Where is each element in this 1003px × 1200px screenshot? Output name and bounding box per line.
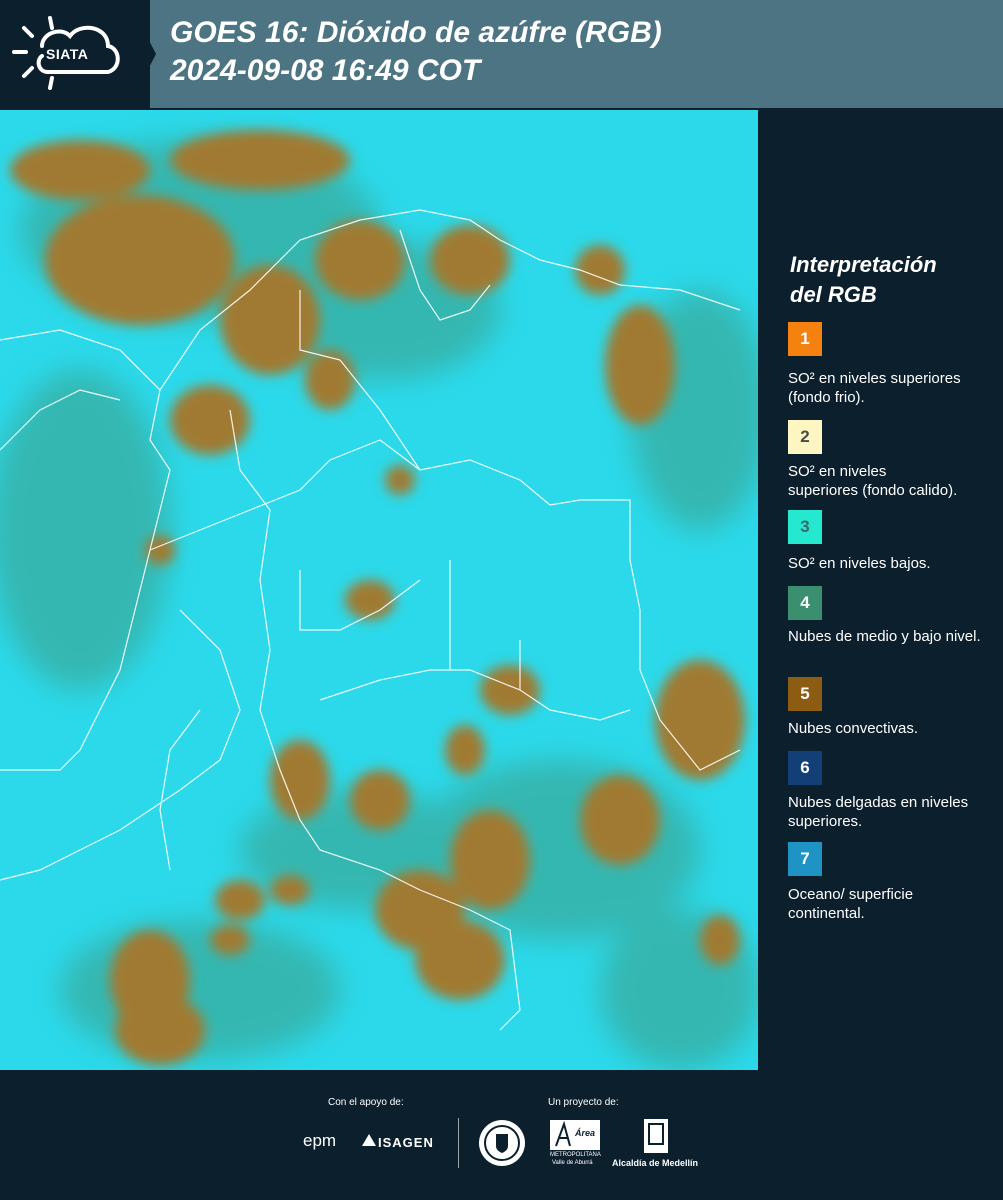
logo-arrow: [128, 0, 156, 108]
alcaldia-logo-icon: [644, 1119, 668, 1153]
legend-swatch-5: 5: [788, 677, 822, 711]
legend-label-5: Nubes convectivas.: [788, 720, 919, 737]
area-sub2: Valle de Aburrá: [552, 1160, 593, 1166]
legend-swatch-7: 7: [788, 842, 822, 876]
title-line-1: GOES 16: Dióxido de azúfre (RGB): [170, 16, 662, 49]
area-sub: METROPOLITANA: [550, 1152, 601, 1158]
legend-title-line-1: Interpretación: [790, 252, 937, 277]
medellin-seal-icon: [479, 1120, 525, 1166]
legend-label-2: SO² en niveles superiores (fondo calido)…: [788, 463, 958, 499]
support-label: Con el apoyo de:: [328, 1097, 404, 1108]
epm-logo: epm: [303, 1131, 337, 1150]
isagen-logo-icon: [362, 1134, 376, 1146]
legend-swatch-3: 3: [788, 510, 822, 544]
legend-swatch-1: 1: [788, 322, 822, 356]
satellite-image: [0, 110, 758, 1070]
legend-swatch-4: 4: [788, 586, 822, 620]
title-line-2: 2024-09-08 16:49 COT: [170, 54, 481, 87]
project-label: Un proyecto de:: [548, 1097, 619, 1108]
satellite-map: [0, 110, 758, 1070]
legend-swatch-6: 6: [788, 751, 822, 785]
legend-num-6: 6: [800, 758, 810, 777]
legend-num-4: 4: [800, 593, 810, 612]
map-divider: [758, 110, 762, 1070]
footer-divider: [458, 1118, 459, 1168]
alcaldia-logo-text: Alcaldía de Medellín: [612, 1158, 699, 1168]
legend-title: Interpretación del RGB: [790, 250, 937, 310]
legend-num-3: 3: [800, 517, 810, 536]
legend-label-1: SO² en niveles superiores (fondo frio).: [788, 370, 961, 406]
isagen-logo: ISAGEN: [378, 1135, 434, 1150]
legend-num-2: 2: [800, 427, 810, 446]
legend-label-6: Nubes delgadas en niveles superiores.: [788, 794, 969, 830]
legend-label-4: Nubes de medio y bajo nivel.: [788, 628, 981, 645]
legend-num-5: 5: [800, 684, 810, 703]
area-logo-text: Área: [575, 1128, 596, 1138]
header-bar: SIATA GOES 16: Dióxido de azúfre (RGB) 2…: [0, 0, 1003, 108]
legend-num-7: 7: [800, 849, 810, 868]
legend-label-3: SO² en niveles bajos.: [788, 555, 931, 572]
legend-label-7: Oceano/ superficie continental.: [788, 886, 914, 922]
legend-title-line-2: del RGB: [790, 282, 877, 307]
page-title: GOES 16: Dióxido de azúfre (RGB) 2024-09…: [170, 14, 662, 90]
siata-logo-text: SIATA: [46, 46, 89, 62]
legend-num-1: 1: [800, 329, 810, 348]
legend-swatch-2: 2: [788, 420, 822, 454]
